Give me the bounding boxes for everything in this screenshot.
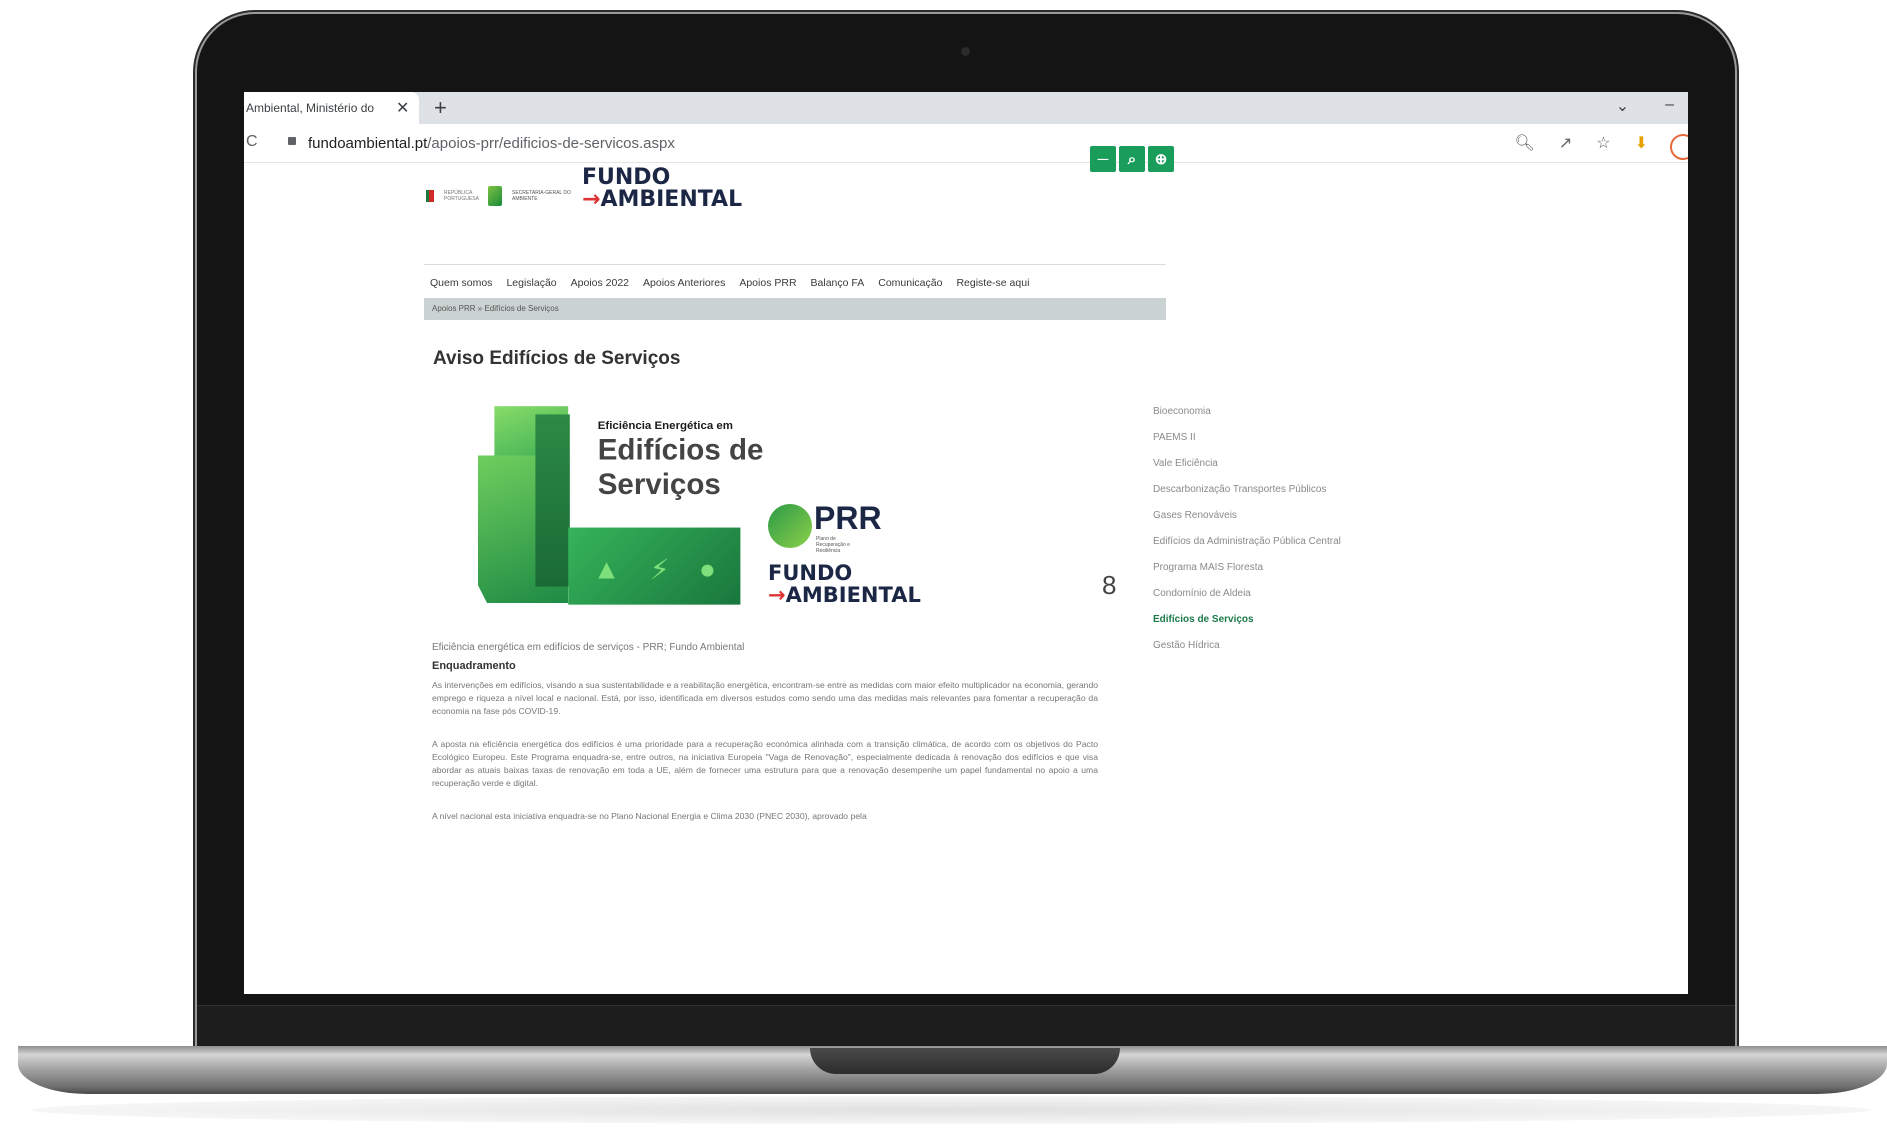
sidebar-item-edificios-servicos[interactable]: Edifícios de Serviços	[1153, 614, 1254, 625]
tab-title: Ambiental, Ministério do	[246, 101, 375, 115]
reload-icon[interactable]: C	[246, 133, 258, 151]
webcam	[961, 47, 970, 56]
paragraph-2: A aposta na eficiência energética dos ed…	[432, 739, 1098, 788]
section-heading: Enquadramento	[432, 660, 516, 672]
image-caption: Eficiência energética em edifícios de se…	[432, 642, 745, 653]
utility-icons: ─ ⌕ ⊕	[1090, 146, 1174, 172]
flame-icon: ▲	[592, 553, 621, 585]
hero-kicker: Eficiência Energética em	[597, 418, 733, 432]
paragraph-3: A nível nacional esta iniciativa enquadr…	[432, 811, 867, 821]
address-bar-icons: 🔍︎ ↗ ☆ ⬇	[1515, 133, 1648, 153]
nav-item-apoios-prr[interactable]: Apoios PRR	[739, 277, 796, 289]
portugal-flag-icon	[426, 190, 434, 202]
nav-item-quem-somos[interactable]: Quem somos	[430, 277, 492, 289]
browser-tab[interactable]: Ambiental, Ministério do ✕	[244, 92, 419, 124]
sidebar-item-edificios-administracao[interactable]: Edifícios da Administração Pública Centr…	[1153, 536, 1341, 547]
url-path: /apoios-prr/edificios-de-servicos.aspx	[427, 135, 675, 152]
logo-line-1: FUNDO	[582, 165, 671, 190]
browser-tabstrip: Ambiental, Ministério do ✕ + ⌄ –	[244, 92, 1688, 124]
laptop-notch	[810, 1048, 1120, 1074]
bookmark-star-icon[interactable]: ☆	[1596, 133, 1610, 153]
tab-search-icon[interactable]: ⌄	[1616, 96, 1629, 116]
sidebar-item-condominio-aldeia[interactable]: Condomínio de Aldeia	[1153, 588, 1251, 599]
globe-icon[interactable]: ⊕	[1148, 146, 1174, 172]
lock-icon[interactable]	[288, 137, 296, 145]
hero-title: Edifícios de Serviços	[598, 432, 764, 501]
hero-title-line-2: Serviços	[597, 466, 721, 501]
header-divider	[424, 264, 1166, 265]
paragraph-1: As intervenções em edifícios, visando a …	[432, 680, 1098, 716]
sg-logo-text: SECRETARIA-GERAL DO AMBIENTE	[512, 190, 571, 202]
nav-item-comunicacao[interactable]: Comunicação	[878, 277, 942, 289]
browser-toolbar: C fundoambiental.pt/apoios-prr/edificios…	[244, 124, 1688, 163]
nav-item-apoios-2022[interactable]: Apoios 2022	[571, 277, 629, 289]
nav-item-legislacao[interactable]: Legislação	[506, 277, 556, 289]
water-drop-icon: ●	[699, 553, 716, 585]
nav-item-balanco-fa[interactable]: Balanço FA	[811, 277, 865, 289]
window-controls: ⌄ –	[1616, 96, 1674, 116]
nav-item-apoios-anteriores[interactable]: Apoios Anteriores	[643, 277, 725, 289]
laptop-shadow	[30, 1096, 1870, 1124]
logo-arrow-icon: →	[582, 187, 601, 212]
new-tab-button[interactable]: +	[434, 95, 447, 121]
download-icon[interactable]: ⬇	[1635, 133, 1648, 153]
prr-globe-icon	[768, 504, 812, 548]
page-title: Aviso Edifícios de Serviços	[433, 348, 681, 369]
search-icon[interactable]: ⌕	[1119, 146, 1145, 172]
gov-logo-text: REPÚBLICA PORTUGUESA	[444, 190, 479, 202]
laptop-bottom-bezel	[197, 1005, 1735, 1051]
sidebar-item-vale-eficiencia[interactable]: Vale Eficiência	[1153, 458, 1218, 469]
page-number: 8	[1102, 570, 1117, 600]
laptop-screen: Ambiental, Ministério do ✕ + ⌄ – C fundo…	[244, 92, 1688, 994]
lightning-icon: ⚡︎	[649, 554, 670, 586]
energy-icons: ▲ ⚡︎ ●	[593, 554, 716, 587]
fa-small-arrow-icon: →	[768, 583, 786, 607]
prr-logo-subtitle: Plano de Recuperação e Resiliência	[816, 536, 850, 554]
fa-small-line-1: FUNDO	[768, 561, 853, 585]
hero-image: ▲ ⚡︎ ● Eficiência Energética em Edifício…	[478, 398, 763, 605]
building-front-shape	[535, 414, 570, 587]
sidebar-item-bioeconomia[interactable]: Bioeconomia	[1153, 406, 1211, 417]
logo-line-2: AMBIENTAL	[600, 187, 743, 212]
close-tab-icon[interactable]: ✕	[396, 98, 409, 118]
address-bar[interactable]: fundoambiental.pt/apoios-prr/edificios-d…	[308, 135, 675, 152]
hero-title-line-1: Edifícios de	[597, 432, 764, 467]
url-domain: fundoambiental.pt	[308, 135, 428, 152]
web-page: ─ ⌕ ⊕ REPÚBLICA PORTUGUESA SECRETARIA-GE…	[244, 146, 1688, 994]
sg-ambiente-icon	[488, 186, 502, 206]
sidebar-item-descarbonizacao[interactable]: Descarbonização Transportes Públicos	[1153, 484, 1326, 495]
zoom-icon[interactable]: 🔍︎	[1515, 133, 1535, 153]
prr-logo-text: PRR	[814, 500, 882, 536]
breadcrumb-bar: Apoios PRR » Edifícios de Serviços	[424, 298, 1166, 320]
sidebar-item-paems[interactable]: PAEMS II	[1153, 432, 1196, 443]
fundo-ambiental-logo[interactable]: FUNDO →AMBIENTAL	[582, 167, 742, 211]
sidebar-item-mais-floresta[interactable]: Programa MAIS Floresta	[1153, 562, 1263, 573]
prr-logo: PRR Plano de Recuperação e Resiliência	[768, 500, 888, 560]
government-logos[interactable]: REPÚBLICA PORTUGUESA SECRETARIA-GERAL DO…	[426, 186, 582, 206]
nav-item-registe-se[interactable]: Registe-se aqui	[956, 277, 1029, 289]
fa-small-line-2: AMBIENTAL	[785, 583, 921, 607]
sidebar-item-gestao-hidrica[interactable]: Gestão Hídrica	[1153, 640, 1220, 651]
minimize-icon[interactable]: –	[1665, 96, 1674, 116]
main-nav: Quem somos Legislação Apoios 2022 Apoios…	[430, 277, 1029, 289]
key-icon[interactable]: ─	[1090, 146, 1116, 172]
fundo-ambiental-logo-small: FUNDO →AMBIENTAL	[768, 562, 921, 606]
profile-avatar[interactable]	[1670, 134, 1688, 160]
sidebar-item-gases-renovaveis[interactable]: Gases Renováveis	[1153, 510, 1237, 521]
share-icon[interactable]: ↗	[1559, 133, 1572, 153]
breadcrumb[interactable]: Apoios PRR » Edifícios de Serviços	[432, 304, 559, 313]
